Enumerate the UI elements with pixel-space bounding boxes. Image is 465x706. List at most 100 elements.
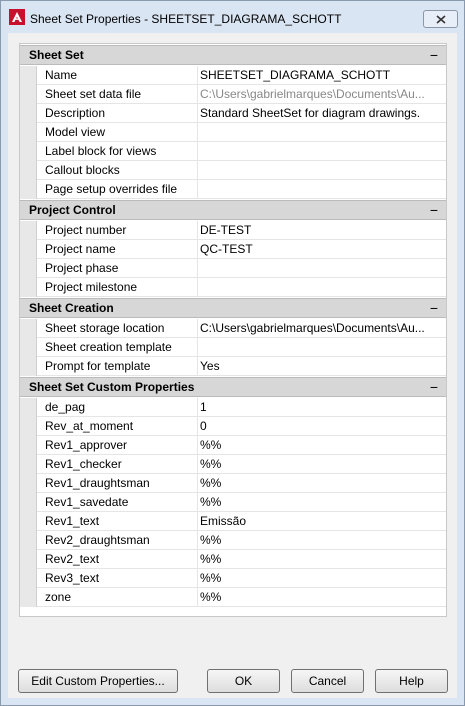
collapse-icon[interactable]: − xyxy=(430,46,438,64)
property-name: Rev2_text xyxy=(37,550,198,569)
property-value[interactable] xyxy=(198,259,446,278)
property-row[interactable]: Rev1_approver%% xyxy=(20,436,446,455)
property-name: Rev1_approver xyxy=(37,436,198,455)
row-gutter xyxy=(20,474,37,493)
property-row[interactable]: Rev1_savedate%% xyxy=(20,493,446,512)
row-gutter xyxy=(20,493,37,512)
help-button[interactable]: Help xyxy=(375,669,448,693)
property-value[interactable]: %% xyxy=(198,550,446,569)
property-name: Model view xyxy=(37,123,198,142)
section-title: Sheet Creation xyxy=(29,301,114,315)
collapse-icon[interactable]: − xyxy=(430,299,438,317)
cancel-button[interactable]: Cancel xyxy=(291,669,364,693)
section-header[interactable]: Sheet Set − xyxy=(20,45,446,65)
property-row[interactable]: zone%% xyxy=(20,588,446,607)
property-value[interactable] xyxy=(198,142,446,161)
property-grid[interactable]: Sheet Set − Name SHEETSET_DIAGRAMA_SCHOTT Sh… xyxy=(19,43,447,617)
row-gutter xyxy=(20,588,37,607)
property-name: Rev1_checker xyxy=(37,455,198,474)
property-value[interactable]: %% xyxy=(198,455,446,474)
property-value[interactable]: C:\Users\gabrielmarques\Documents\Au... xyxy=(198,319,446,338)
property-value[interactable]: 1 xyxy=(198,398,446,417)
property-value[interactable]: Standard SheetSet for diagram drawings. xyxy=(198,104,446,123)
property-value[interactable] xyxy=(198,278,446,297)
property-row[interactable]: de_pag 1 xyxy=(20,398,446,417)
property-row[interactable]: Project number DE-TEST xyxy=(20,221,446,240)
property-value[interactable]: %% xyxy=(198,436,446,455)
property-value[interactable]: %% xyxy=(198,474,446,493)
dialog-client-area: Sheet Set − Name SHEETSET_DIAGRAMA_SCHOTT Sh… xyxy=(8,33,457,698)
property-name: Project number xyxy=(37,221,198,240)
property-row[interactable]: Callout blocks xyxy=(20,161,446,180)
property-value[interactable] xyxy=(198,180,446,199)
property-value[interactable]: QC-TEST xyxy=(198,240,446,259)
row-gutter xyxy=(20,436,37,455)
property-value[interactable]: %% xyxy=(198,569,446,588)
property-name: Rev2_draughtsman xyxy=(37,531,198,550)
property-name: Rev_at_moment xyxy=(37,417,198,436)
property-row[interactable]: Rev_at_moment 0 xyxy=(20,417,446,436)
row-gutter xyxy=(20,512,37,531)
ok-button[interactable]: OK xyxy=(207,669,280,693)
property-value[interactable]: 0 xyxy=(198,417,446,436)
edit-custom-properties-button[interactable]: Edit Custom Properties... xyxy=(18,669,178,693)
property-value[interactable] xyxy=(198,123,446,142)
property-row[interactable]: Name SHEETSET_DIAGRAMA_SCHOTT xyxy=(20,66,446,85)
property-row[interactable]: Label block for views xyxy=(20,142,446,161)
property-value[interactable] xyxy=(198,338,446,357)
window-title: Sheet Set Properties - SHEETSET_DIAGRAMA… xyxy=(30,12,342,26)
property-row[interactable]: Prompt for template Yes xyxy=(20,357,446,376)
property-row[interactable]: Project milestone xyxy=(20,278,446,297)
property-value[interactable] xyxy=(198,161,446,180)
row-gutter xyxy=(20,338,37,357)
row-gutter xyxy=(20,398,37,417)
property-name: Sheet storage location xyxy=(37,319,198,338)
property-row[interactable]: Project name QC-TEST xyxy=(20,240,446,259)
row-gutter xyxy=(20,455,37,474)
property-row[interactable]: Project phase xyxy=(20,259,446,278)
property-row[interactable]: Rev1_text Emissão xyxy=(20,512,446,531)
property-row[interactable]: Model view xyxy=(20,123,446,142)
collapse-icon[interactable]: − xyxy=(430,201,438,219)
row-gutter xyxy=(20,531,37,550)
property-value[interactable]: Yes xyxy=(198,357,446,376)
property-value[interactable]: DE-TEST xyxy=(198,221,446,240)
property-name: Project milestone xyxy=(37,278,198,297)
property-value[interactable]: C:\Users\gabrielmarques\Documents\Au... xyxy=(198,85,446,104)
close-button[interactable] xyxy=(423,10,458,28)
row-gutter xyxy=(20,357,37,376)
row-gutter xyxy=(20,123,37,142)
collapse-icon[interactable]: − xyxy=(430,378,438,396)
property-name: Rev3_text xyxy=(37,569,198,588)
property-row[interactable]: Rev2_text%% xyxy=(20,550,446,569)
property-value[interactable]: SHEETSET_DIAGRAMA_SCHOTT xyxy=(198,66,446,85)
section-header[interactable]: Sheet Set Custom Properties − xyxy=(20,377,446,397)
row-gutter xyxy=(20,259,37,278)
property-row[interactable]: Sheet creation template xyxy=(20,338,446,357)
property-row[interactable]: Rev3_text%% xyxy=(20,569,446,588)
property-value[interactable]: Emissão xyxy=(198,512,446,531)
property-name: Label block for views xyxy=(37,142,198,161)
property-name: Sheet creation template xyxy=(37,338,198,357)
section-header[interactable]: Sheet Creation − xyxy=(20,298,446,318)
property-row[interactable]: Sheet storage location C:\Users\gabrielma… xyxy=(20,319,446,338)
row-gutter xyxy=(20,550,37,569)
property-value[interactable]: %% xyxy=(198,588,446,607)
property-row[interactable]: Description Standard SheetSet for diagram… xyxy=(20,104,446,123)
section-header[interactable]: Project Control − xyxy=(20,200,446,220)
property-row[interactable]: Rev1_checker%% xyxy=(20,455,446,474)
row-gutter xyxy=(20,569,37,588)
property-name: Page setup overrides file xyxy=(37,180,198,199)
property-row[interactable]: Rev2_draughtsman%% xyxy=(20,531,446,550)
property-value[interactable]: %% xyxy=(198,493,446,512)
close-icon xyxy=(435,14,446,24)
property-value[interactable]: %% xyxy=(198,531,446,550)
section-title: Project Control xyxy=(29,203,116,217)
property-name: Callout blocks xyxy=(37,161,198,180)
property-row[interactable]: Rev1_draughtsman%% xyxy=(20,474,446,493)
property-name: Rev1_draughtsman xyxy=(37,474,198,493)
property-row[interactable]: Sheet set data file C:\Users\gabrielmarqu… xyxy=(20,85,446,104)
title-bar[interactable]: Sheet Set Properties - SHEETSET_DIAGRAMA… xyxy=(1,1,464,33)
property-row[interactable]: Page setup overrides file xyxy=(20,180,446,199)
row-gutter xyxy=(20,417,37,436)
